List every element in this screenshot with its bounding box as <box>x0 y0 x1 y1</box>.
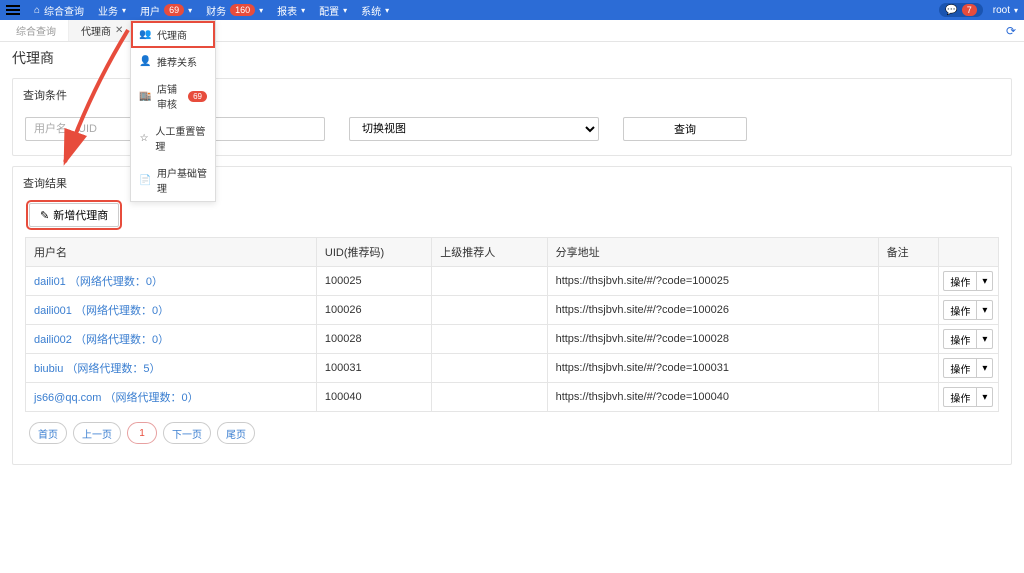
menu-toggle-icon[interactable] <box>6 5 24 15</box>
nav-item-system[interactable]: 系统▾ <box>361 3 389 18</box>
nav-chat[interactable]: 💬 7 <box>939 3 982 17</box>
chat-count-badge: 7 <box>962 4 977 16</box>
table-row: daili01 （网络代理数：0） 100025 https://thsjbvh.s… <box>26 267 999 296</box>
dropdown-item-referral[interactable]: 👤 推荐关系 <box>131 48 215 75</box>
user-link[interactable]: daili001 （网络代理数：0） <box>34 305 169 317</box>
page-last[interactable]: 尾页 <box>217 422 255 444</box>
user-icon: 👤 <box>139 56 151 67</box>
cell-superior <box>432 267 547 296</box>
close-icon[interactable]: ✕ <box>115 25 123 36</box>
cell-url: https://thsjbvh.site/#/?code=100026 <box>547 296 878 325</box>
page-current[interactable]: 1 <box>127 422 157 444</box>
cell-superior <box>432 383 547 412</box>
star-icon: ☆ <box>139 133 149 144</box>
cell-url: https://thsjbvh.site/#/?code=100025 <box>547 267 878 296</box>
cell-uid: 100025 <box>316 267 431 296</box>
chevron-down-icon: ▾ <box>188 6 192 15</box>
row-action-button[interactable]: 操作 <box>943 358 977 378</box>
chevron-down-icon: ▾ <box>301 6 305 15</box>
cell-note <box>878 354 938 383</box>
table-row: daili002 （网络代理数：0） 100028 https://thsjbvh.… <box>26 325 999 354</box>
cell-superior <box>432 325 547 354</box>
row-action-button[interactable]: 操作 <box>943 387 977 407</box>
nav-item-business[interactable]: 业务▾ <box>98 3 126 18</box>
cell-superior <box>432 354 547 383</box>
user-link[interactable]: daili01 （网络代理数：0） <box>34 276 163 288</box>
chevron-down-icon: ▾ <box>259 6 263 15</box>
table-row: js66@qq.com （网络代理数：0） 100040 https://thsjb… <box>26 383 999 412</box>
chevron-down-icon: ▾ <box>385 6 389 15</box>
th-note: 备注 <box>878 238 938 267</box>
cell-superior <box>432 296 547 325</box>
tab-home[interactable]: 综合查询 <box>4 20 69 41</box>
users-icon: 👥 <box>139 29 151 40</box>
table-row: daili001 （网络代理数：0） 100026 https://thsjbvh.… <box>26 296 999 325</box>
top-navbar: ⌂ 综合查询 业务▾ 用户 69 ▾ 财务 160 ▾ 报表▾ 配置▾ 系统▾ … <box>0 0 1024 20</box>
th-op <box>938 238 998 267</box>
shop-review-badge: 69 <box>188 91 207 102</box>
page-prev[interactable]: 上一页 <box>73 422 121 444</box>
page-next[interactable]: 下一页 <box>163 422 211 444</box>
cell-note <box>878 267 938 296</box>
cell-url: https://thsjbvh.site/#/?code=100031 <box>547 354 878 383</box>
cell-note <box>878 296 938 325</box>
chevron-down-icon: ▾ <box>343 6 347 15</box>
shop-icon: 🏬 <box>139 91 151 102</box>
add-agent-button[interactable]: ✎ 新增代理商 <box>29 203 119 227</box>
row-action-dropdown[interactable]: ▾ <box>977 387 993 407</box>
user-dropdown: 👥 代理商 👤 推荐关系 🏬 店铺审核 69 ☆ 人工重置管理 📄 用户基础管理 <box>130 20 216 202</box>
nav-item-config[interactable]: 配置▾ <box>319 3 347 18</box>
th-superior: 上级推荐人 <box>432 238 547 267</box>
nav-user-menu[interactable]: root▾ <box>993 5 1018 16</box>
user-link[interactable]: biubiu （网络代理数：5） <box>34 363 161 375</box>
results-panel: 查询结果 ✎ 新增代理商 用户名 UID(推荐码) 上级推荐人 分享地址 备注 … <box>12 166 1012 465</box>
dropdown-item-user-basic[interactable]: 📄 用户基础管理 <box>131 159 215 201</box>
row-action-button[interactable]: 操作 <box>943 271 977 291</box>
row-action-dropdown[interactable]: ▾ <box>977 329 993 349</box>
th-uid: UID(推荐码) <box>316 238 431 267</box>
cell-uid: 100031 <box>316 354 431 383</box>
nav-user-badge: 69 <box>164 4 184 16</box>
th-url: 分享地址 <box>547 238 878 267</box>
chevron-down-icon: ▾ <box>1014 6 1018 15</box>
chevron-down-icon: ▾ <box>122 6 126 15</box>
cell-uid: 100040 <box>316 383 431 412</box>
chat-icon: 💬 <box>945 5 957 16</box>
refresh-icon[interactable]: ⟳ <box>1006 24 1016 38</box>
nav-item-report[interactable]: 报表▾ <box>277 3 305 18</box>
nav-finance-badge: 160 <box>230 4 255 16</box>
cell-uid: 100028 <box>316 325 431 354</box>
dropdown-item-shop-review[interactable]: 🏬 店铺审核 69 <box>131 75 215 117</box>
row-action-dropdown[interactable]: ▾ <box>977 358 993 378</box>
pagination: 首页 上一页 1 下一页 尾页 <box>25 412 999 450</box>
user-link[interactable]: js66@qq.com （网络代理数：0） <box>34 392 199 404</box>
nav-home[interactable]: ⌂ 综合查询 <box>34 3 84 18</box>
home-icon: ⌂ <box>34 5 40 16</box>
cell-note <box>878 383 938 412</box>
page-first[interactable]: 首页 <box>29 422 67 444</box>
cell-url: https://thsjbvh.site/#/?code=100040 <box>547 383 878 412</box>
nav-item-user[interactable]: 用户 69 ▾ <box>140 3 192 18</box>
search-button[interactable]: 查询 <box>623 117 747 141</box>
row-action-button[interactable]: 操作 <box>943 300 977 320</box>
file-icon: 📄 <box>139 175 151 186</box>
pencil-icon: ✎ <box>40 209 49 222</box>
nav-home-label: 综合查询 <box>44 3 84 18</box>
dropdown-item-manual-reset[interactable]: ☆ 人工重置管理 <box>131 117 215 159</box>
dropdown-item-agent[interactable]: 👥 代理商 <box>131 21 215 48</box>
row-action-button[interactable]: 操作 <box>943 329 977 349</box>
tab-agent[interactable]: 代理商 ✕ <box>69 20 136 41</box>
cell-note <box>878 325 938 354</box>
table-row: biubiu （网络代理数：5） 100031 https://thsjbvh.si… <box>26 354 999 383</box>
cell-url: https://thsjbvh.site/#/?code=100028 <box>547 325 878 354</box>
cell-uid: 100026 <box>316 296 431 325</box>
row-action-dropdown[interactable]: ▾ <box>977 271 993 291</box>
view-select[interactable]: 切换视图 <box>349 117 599 141</box>
results-table: 用户名 UID(推荐码) 上级推荐人 分享地址 备注 daili01 （网络代理… <box>25 237 999 412</box>
user-link[interactable]: daili002 （网络代理数：0） <box>34 334 169 346</box>
row-action-dropdown[interactable]: ▾ <box>977 300 993 320</box>
th-user: 用户名 <box>26 238 317 267</box>
nav-item-finance[interactable]: 财务 160 ▾ <box>206 3 263 18</box>
